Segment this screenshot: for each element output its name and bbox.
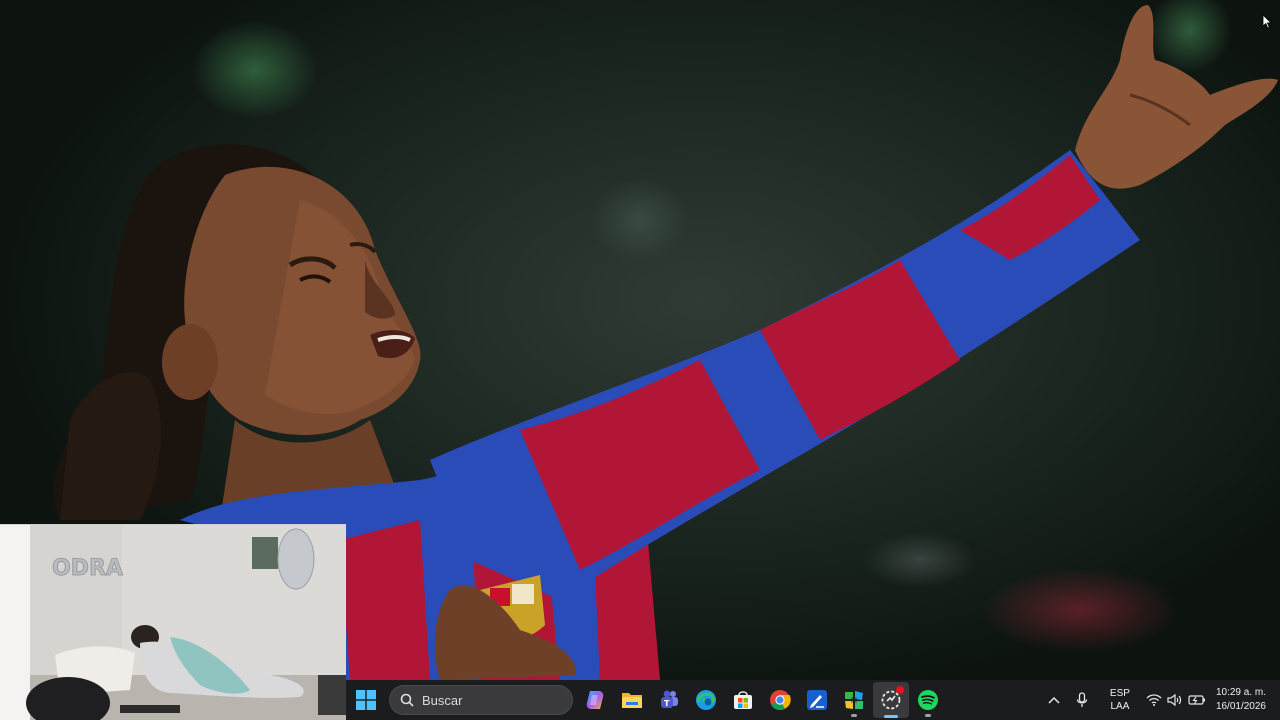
battery-charging-icon	[1187, 695, 1205, 705]
taskbar-app-spotify[interactable]	[910, 682, 946, 718]
input-language-indicator[interactable]: ESP LAA	[1100, 687, 1140, 713]
spotify-icon	[918, 690, 938, 710]
svg-text:ODRA: ODRA	[52, 556, 123, 581]
taskbar-search-box[interactable]: Buscar	[389, 685, 573, 715]
windows-logo-icon	[356, 690, 376, 710]
copilot-icon	[586, 691, 604, 709]
pen-app-icon	[807, 690, 827, 710]
system-tray: ESP LAA 10:29 a. m. 16/01/2026	[1040, 680, 1280, 720]
chrome-icon	[770, 690, 791, 711]
show-hidden-icons-button[interactable]	[1040, 682, 1068, 718]
folder-icon	[622, 693, 642, 708]
active-indicator	[884, 715, 898, 718]
store-icon	[734, 691, 752, 709]
microphone-button[interactable]	[1068, 682, 1096, 718]
taskbar: Buscar T ESP LAA 10:29 a. m. 16/01/2026	[346, 680, 1280, 720]
taskbar-app-snipping[interactable]	[836, 682, 872, 718]
quick-settings-button[interactable]	[1144, 682, 1208, 718]
taskbar-app-teams[interactable]: T	[651, 682, 687, 718]
taskbar-app-file-explorer[interactable]	[614, 682, 650, 718]
clock-time: 10:29 a. m.	[1215, 687, 1266, 698]
taskbar-app-chrome[interactable]	[762, 682, 798, 718]
running-indicator	[925, 714, 931, 717]
wifi-icon	[1146, 694, 1162, 706]
search-placeholder: Buscar	[422, 692, 463, 708]
taskbar-app-microsoft-store[interactable]	[725, 682, 761, 718]
search-icon	[400, 693, 414, 707]
mouse-cursor-icon	[1262, 14, 1272, 29]
recording-badge	[896, 686, 904, 694]
teams-icon: T	[661, 690, 678, 708]
keyboard-layout: LAA	[1110, 701, 1130, 712]
taskbar-app-recorder[interactable]	[873, 682, 909, 718]
taskbar-app-edge[interactable]	[688, 682, 724, 718]
volume-icon	[1167, 693, 1182, 707]
webcam-overlay: ODRA	[0, 524, 346, 720]
clock-date: 16/01/2026	[1215, 701, 1266, 712]
edge-icon	[696, 690, 716, 710]
taskbar-app-notes[interactable]	[799, 682, 835, 718]
webcam-feed-image: ODRA	[0, 525, 346, 720]
svg-text:T: T	[664, 699, 670, 708]
taskbar-app-copilot[interactable]	[577, 682, 613, 718]
microphone-icon	[1076, 692, 1088, 707]
taskbar-pinned-apps: T	[577, 682, 947, 718]
colorful-grid-icon	[845, 691, 863, 709]
language-code: ESP	[1109, 688, 1130, 699]
clock-date-button[interactable]: 10:29 a. m. 16/01/2026	[1208, 686, 1280, 714]
start-button[interactable]	[348, 682, 384, 718]
chevron-up-icon	[1048, 696, 1060, 704]
running-indicator	[851, 714, 857, 717]
